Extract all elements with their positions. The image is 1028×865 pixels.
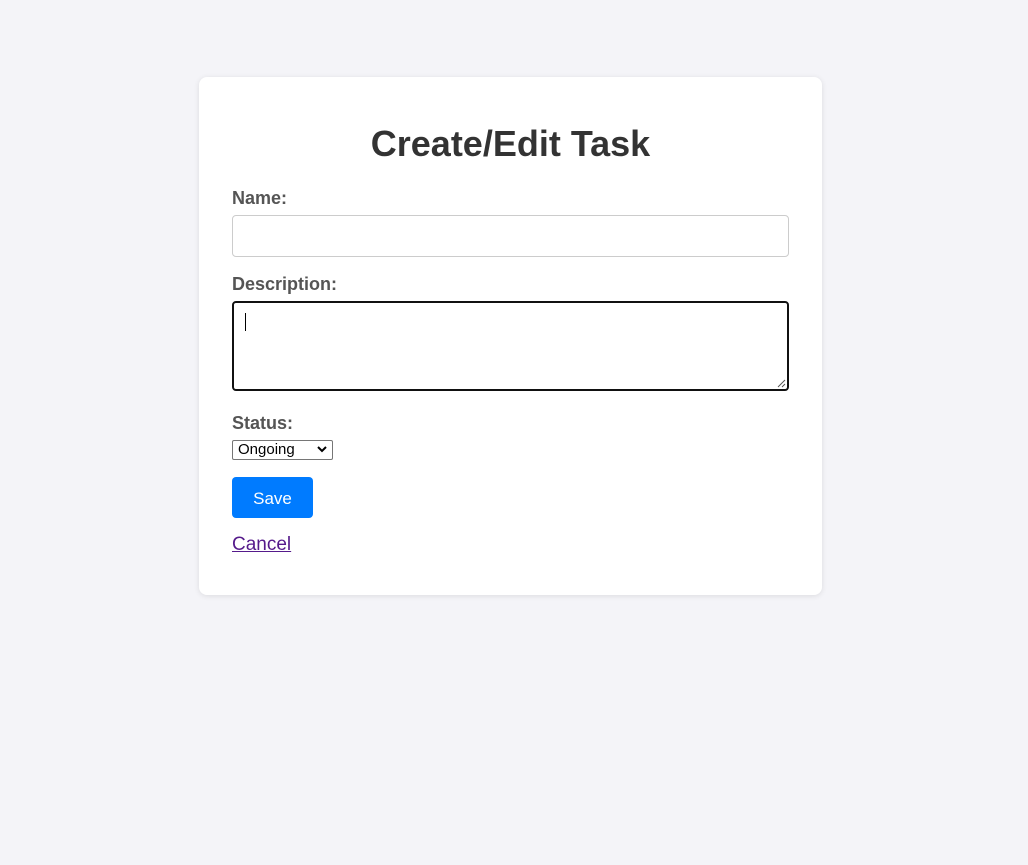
status-label: Status: — [232, 413, 294, 433]
page-title: Create/Edit Task — [370, 123, 651, 164]
status-select[interactable]: Ongoing — [232, 440, 333, 460]
description-label: Description: — [232, 274, 338, 294]
status-selected-value: Ongoing — [238, 441, 295, 458]
task-form-card: Create/Edit Task Name: Description: Stat… — [199, 77, 822, 595]
resize-grip-icon[interactable] — [777, 379, 786, 388]
name-input[interactable] — [232, 215, 789, 257]
chevron-down-icon — [317, 446, 327, 453]
text-cursor — [245, 313, 246, 331]
save-button[interactable]: Save — [232, 477, 313, 518]
name-label: Name: — [232, 188, 288, 208]
description-textarea[interactable] — [232, 301, 789, 391]
cancel-link[interactable]: Cancel — [232, 534, 291, 556]
